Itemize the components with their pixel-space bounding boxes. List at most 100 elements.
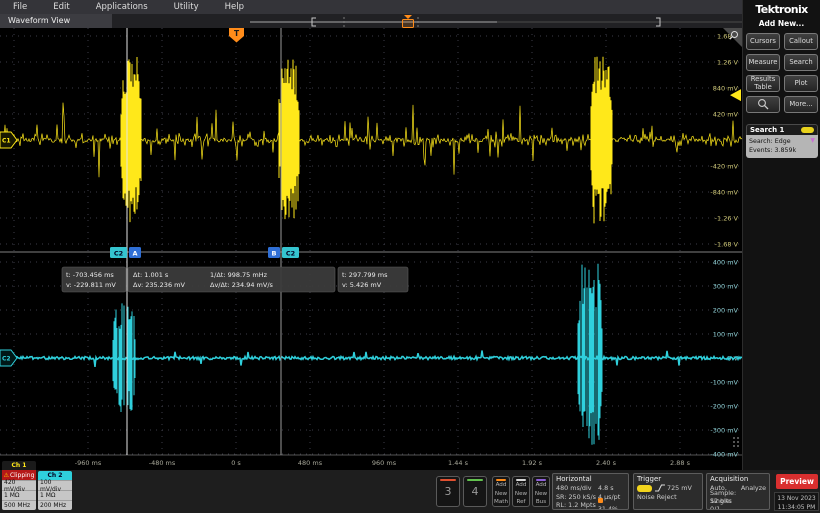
horizontal-row: RL: 1.2 Mpts31.4% [556, 501, 625, 510]
sidebar-button-plot[interactable]: Plot [784, 75, 818, 92]
horizontal-cell: 31.4% [598, 497, 625, 510]
rising-edge-icon [655, 484, 665, 492]
right-sidebar: Tektronix Add New... CursorsCalloutMeasu… [742, 0, 820, 470]
acquisition-row: Single: 0/1 [710, 501, 766, 510]
ch1-axis-label: -1.68 V [715, 240, 739, 248]
svg-text:C1: C1 [2, 138, 11, 145]
trigger-source-badge [637, 485, 652, 492]
time-axis-label: 480 ms [298, 459, 323, 467]
acquisition-title: Acquisition [710, 475, 766, 483]
trigger-ruler-icon[interactable] [403, 20, 414, 28]
trigger-title: Trigger [637, 475, 699, 483]
ch1-axis-label: 420 mV [713, 110, 739, 118]
search-source-badge [801, 127, 814, 133]
cursor-b-readout: t: 297.799 msv: 5.426 mV [338, 267, 408, 292]
buffer-indicator-icon [598, 498, 603, 503]
search-results-panel[interactable]: Search 1 Search: Edge Events: 3.859k ▼ [746, 124, 818, 158]
ch1-axis-label: 1.26 V [717, 58, 739, 66]
acquisition-panel[interactable]: Acquisition Auto,AnalyzeSample: 12 bitsS… [706, 473, 770, 510]
channel-badge-ch1[interactable]: Ch 1⚠Clipping420 mV/div1 MΩ500 MHz [2, 461, 36, 510]
warning-icon: ⚠ [4, 472, 9, 479]
horizontal-cell: SR: 250 kS/s [556, 493, 598, 501]
tab-bar: Waveform View [0, 14, 742, 28]
horizontal-cell: 4.8 s [598, 484, 614, 492]
channel-stripe [440, 479, 456, 481]
add-new-ref-button[interactable]: AddNewRef [512, 476, 530, 507]
time-axis-label: 960 ms [372, 459, 397, 467]
ch2-axis-label: 300 mV [713, 282, 739, 290]
sidebar-button-cursors[interactable]: Cursors [746, 33, 780, 50]
menu-item-help[interactable]: Help [212, 2, 257, 12]
menu-item-file[interactable]: File [0, 2, 40, 12]
waveform-display[interactable]: 1.68 V1.26 V840 mV420 mV-420 mV-840 mV-1… [0, 28, 742, 470]
time-axis-label: -960 ms [75, 459, 102, 467]
time-axis-label: 0 s [231, 459, 241, 467]
svg-text:Δv: 235.236 mV: Δv: 235.236 mV [133, 281, 185, 289]
svg-text:1/Δt: 998.75 mHz: 1/Δt: 998.75 mHz [210, 271, 268, 279]
menu-item-edit[interactable]: Edit [40, 2, 82, 12]
cursor-a-badge[interactable]: A [129, 247, 141, 258]
time-axis-label: 2.88 s [670, 459, 691, 467]
preview-button[interactable]: Preview [776, 474, 818, 489]
time-axis-label: 2.40 s [596, 459, 617, 467]
menu-item-utility[interactable]: Utility [161, 2, 212, 12]
channel-badge-ch2[interactable]: Ch 2100 mV/div1 MΩ200 MHz [38, 471, 72, 510]
add-new-math-button[interactable]: AddNewMath [492, 476, 510, 507]
trigger-level-value: 725 mV [667, 484, 692, 492]
ch2-trace [0, 351, 742, 367]
search-panel-title-text: Search 1 [750, 126, 784, 134]
graticule [0, 28, 742, 455]
ch2-axis-label: 400 mV [713, 258, 739, 266]
add-button-stripe [536, 479, 546, 481]
ch1-badge-row: 500 MHz [2, 500, 36, 510]
svg-text:C2: C2 [114, 250, 123, 258]
cursor-b-source-badge[interactable]: C2 [282, 247, 299, 258]
acquisition-cell: Analyze [741, 484, 766, 492]
time-text: 11:34:05 PM [775, 503, 818, 512]
ch2-axis-label: -200 mV [710, 402, 738, 410]
settings-bar: Ch 1⚠Clipping420 mV/div1 MΩ500 MHz Ch 21… [0, 470, 820, 513]
sidebar-button-results-table[interactable]: Results Table [746, 75, 780, 92]
menu-bar: FileEditApplicationsUtilityHelp [0, 0, 742, 14]
oscilloscope-screen: FileEditApplicationsUtilityHelp Waveform… [0, 0, 820, 513]
horizontal-title: Horizontal [556, 475, 625, 483]
datetime-display: 13 Nov 2023 11:34:05 PM [774, 492, 819, 511]
svg-text:C2: C2 [2, 356, 11, 363]
horizontal-row: 480 ms/div4.8 s [556, 484, 625, 493]
time-axis-labels: -960 ms-480 ms0 s480 ms960 ms1.44 s1.92 … [75, 459, 691, 467]
trigger-position-marker[interactable]: T [229, 28, 244, 43]
ch1-axis-label: -840 mV [710, 188, 738, 196]
resize-handle-dots[interactable] [733, 437, 739, 447]
sidebar-button-callout[interactable]: Callout [784, 33, 818, 50]
date-text: 13 Nov 2023 [775, 494, 818, 503]
ch2-axis-label: -400 mV [710, 450, 738, 458]
trigger-ruler-arrow-icon [404, 15, 412, 19]
collapse-triangle-icon[interactable]: ▼ [810, 136, 815, 145]
tab-waveform-view[interactable]: Waveform View [0, 14, 112, 28]
svg-text:B: B [272, 250, 277, 258]
trigger-mode-text: Noise Reject [637, 493, 677, 501]
channel-button-4[interactable]: 4 [463, 476, 487, 507]
cursor-a-source-badge[interactable]: C2 [110, 247, 127, 258]
channel-stripe [467, 479, 483, 481]
ch1-axis-label: -420 mV [710, 162, 738, 170]
horizontal-panel[interactable]: Horizontal 480 ms/div4.8 sSR: 250 kS/s4 … [552, 473, 629, 510]
search-type-text: Search: Edge [749, 137, 815, 146]
zoom-overlay-button[interactable] [746, 96, 780, 113]
clipping-text: Clipping [10, 472, 34, 479]
menu-item-applications[interactable]: Applications [83, 2, 161, 12]
add-new-bus-button[interactable]: AddNewBus [532, 476, 550, 507]
horizontal-cell: 480 ms/div [556, 484, 598, 492]
svg-text:Δt: 1.001 s: Δt: 1.001 s [133, 271, 169, 279]
cursor-b-badge[interactable]: B [268, 247, 280, 258]
sidebar-button-more[interactable]: More... [784, 96, 818, 113]
channel-button-3[interactable]: 3 [436, 476, 460, 507]
svg-text:A: A [132, 250, 137, 258]
sidebar-button-measure[interactable]: Measure [746, 54, 780, 71]
trigger-panel[interactable]: Trigger 725 mV Noise Reject [633, 473, 703, 510]
channel-number: 4 [464, 485, 486, 498]
ch2-axis-label: 100 mV [713, 330, 739, 338]
sidebar-button-search[interactable]: Search [784, 54, 818, 71]
ch1-ground-marker[interactable]: C1 [0, 132, 17, 148]
ch2-axis-label: -300 mV [710, 426, 738, 434]
